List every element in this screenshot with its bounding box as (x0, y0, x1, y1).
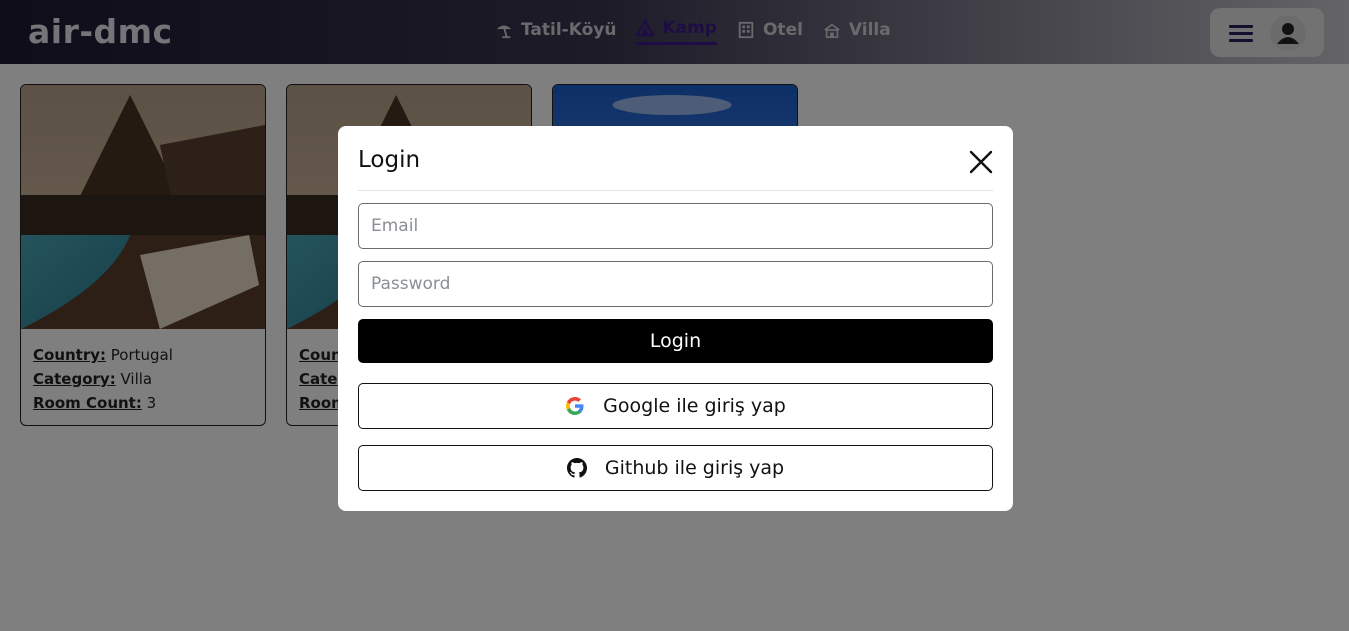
github-login-button[interactable]: Github ile giriş yap (358, 445, 993, 491)
google-login-label: Google ile giriş yap (603, 395, 786, 417)
close-icon[interactable] (966, 147, 996, 177)
modal-title: Login (358, 147, 421, 173)
login-modal: Login Login Google ile giriş yap Github … (338, 126, 1013, 511)
email-field[interactable] (358, 203, 993, 249)
google-icon (566, 397, 584, 415)
login-button[interactable]: Login (358, 319, 993, 363)
password-field[interactable] (358, 261, 993, 307)
github-login-label: Github ile giriş yap (604, 457, 785, 479)
modal-divider (358, 190, 993, 191)
google-login-button[interactable]: Google ile giriş yap (358, 383, 993, 429)
github-icon (566, 458, 587, 478)
